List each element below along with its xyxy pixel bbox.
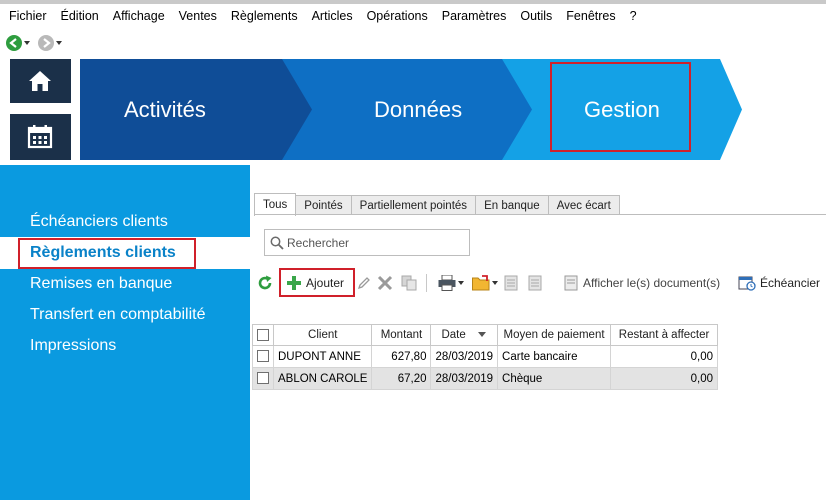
chevron-down-icon — [492, 281, 498, 285]
cell-client: DUPONT ANNE — [272, 345, 373, 368]
tab-divider — [254, 214, 826, 215]
header-client[interactable]: Client — [272, 324, 373, 346]
document-button-2[interactable] — [528, 268, 544, 298]
banner-donnees[interactable]: Données — [374, 59, 462, 160]
header-montant[interactable]: Montant — [371, 324, 432, 346]
toolbar-separator — [426, 274, 427, 292]
tab-partiellement-pointes[interactable]: Partiellement pointés — [351, 195, 477, 215]
home-tile-button[interactable] — [10, 59, 71, 103]
chevron-down-icon — [24, 41, 30, 45]
reglements-highlight-box — [18, 238, 196, 269]
echeancier-button[interactable]: Échéancier — [738, 268, 826, 298]
chevron-down-icon — [458, 281, 464, 285]
tab-pointes[interactable]: Pointés — [296, 195, 352, 215]
left-item-transfert[interactable]: Transfert en comptabilité — [30, 305, 205, 325]
table-row[interactable]: DUPONT ANNE 627,80 28/03/2019 Carte banc… — [252, 345, 719, 368]
delete-button[interactable] — [377, 268, 393, 298]
gestion-highlight-box — [550, 62, 691, 152]
document-icon — [528, 275, 542, 291]
calendar-tile-button[interactable] — [10, 114, 71, 160]
header-moyen[interactable]: Moyen de paiement — [497, 324, 612, 346]
filter-tabs: Tous Pointés Partiellement pointés En ba… — [254, 193, 620, 216]
back-button[interactable] — [4, 34, 30, 52]
echeancier-label: Échéancier — [760, 276, 821, 290]
ajouter-highlight-box — [279, 268, 355, 297]
print-button[interactable] — [438, 268, 464, 298]
menu-bar: Fichier Édition Affichage Ventes Règleme… — [0, 4, 826, 28]
pencil-icon — [357, 277, 370, 290]
menu-help[interactable]: ? — [623, 4, 644, 28]
left-item-echeanciers[interactable]: Échéanciers clients — [30, 212, 168, 232]
chevron-down-icon — [56, 41, 62, 45]
copy-icon — [401, 275, 417, 291]
table-header-row: Client Montant Date Moyen de paiement Re… — [252, 324, 719, 346]
edit-button[interactable] — [357, 268, 371, 298]
header-date[interactable]: Date — [430, 324, 499, 346]
forward-button[interactable] — [36, 34, 62, 52]
forward-arrow-icon — [38, 35, 54, 51]
cell-moyen: Chèque — [497, 367, 612, 390]
module-banner: Activités Données Gestion — [80, 59, 742, 160]
left-panel: Échéanciers clients Règlements clients R… — [0, 165, 250, 500]
back-arrow-icon — [6, 35, 22, 51]
row-checkbox-cell[interactable] — [252, 345, 274, 368]
menu-fenetres[interactable]: Fenêtres — [559, 4, 622, 28]
document-view-icon — [564, 275, 578, 291]
navigation-row — [0, 30, 120, 56]
menu-articles[interactable]: Articles — [305, 4, 360, 28]
cell-montant: 67,20 — [371, 367, 432, 390]
tab-en-banque[interactable]: En banque — [476, 195, 549, 215]
header-select-all[interactable] — [252, 324, 274, 346]
row-checkbox[interactable] — [257, 350, 269, 363]
refresh-icon — [258, 275, 272, 290]
home-icon — [29, 71, 51, 91]
row-checkbox[interactable] — [257, 372, 269, 385]
refresh-button[interactable] — [257, 268, 275, 298]
sort-down-icon — [477, 332, 486, 338]
menu-fichier[interactable]: Fichier — [2, 4, 54, 28]
folder-export-icon — [472, 275, 490, 291]
show-documents-button[interactable]: Afficher le(s) document(s) — [564, 268, 724, 298]
close-icon — [377, 275, 393, 291]
menu-parametres[interactable]: Paramètres — [435, 4, 514, 28]
menu-outils[interactable]: Outils — [513, 4, 559, 28]
menu-edition[interactable]: Édition — [54, 4, 106, 28]
tab-avec-ecart[interactable]: Avec écart — [548, 195, 620, 215]
cell-restant: 0,00 — [610, 345, 719, 368]
cell-moyen: Carte bancaire — [497, 345, 612, 368]
search-input[interactable] — [287, 233, 465, 252]
header-restant[interactable]: Restant à affecter — [610, 324, 719, 346]
cell-restant: 0,00 — [610, 367, 719, 390]
menu-reglements[interactable]: Règlements — [224, 4, 305, 28]
select-all-checkbox[interactable] — [257, 328, 269, 341]
search-icon — [270, 236, 284, 250]
tab-tous[interactable]: Tous — [254, 193, 297, 216]
schedule-icon — [738, 276, 756, 291]
copy-button[interactable] — [401, 268, 417, 298]
app-window: Fichier Édition Affichage Ventes Règleme… — [0, 0, 826, 500]
document-button-1[interactable] — [504, 268, 520, 298]
menu-ventes[interactable]: Ventes — [172, 4, 224, 28]
show-documents-label: Afficher le(s) document(s) — [583, 276, 721, 290]
cell-date: 28/03/2019 — [430, 367, 499, 390]
banner-activites[interactable]: Activités — [124, 59, 206, 160]
menu-operations[interactable]: Opérations — [360, 4, 435, 28]
menu-affichage[interactable]: Affichage — [106, 4, 172, 28]
printer-icon — [438, 274, 456, 291]
cell-date: 28/03/2019 — [430, 345, 499, 368]
left-item-remises[interactable]: Remises en banque — [30, 274, 172, 294]
search-box[interactable] — [264, 229, 470, 256]
left-item-impressions[interactable]: Impressions — [30, 336, 116, 356]
cell-client: ABLON CAROLE — [272, 367, 373, 390]
header-date-label: Date — [441, 329, 466, 341]
payments-table: Client Montant Date Moyen de paiement Re… — [252, 324, 719, 390]
export-button[interactable] — [472, 268, 498, 298]
calendar-icon — [27, 125, 53, 149]
row-checkbox-cell[interactable] — [252, 367, 274, 390]
toolbar: Ajouter Afficher le(s) document(s) Échéa… — [254, 268, 826, 298]
table-row[interactable]: ABLON CAROLE 67,20 28/03/2019 Chèque 0,0… — [252, 367, 719, 390]
document-icon — [504, 275, 518, 291]
cell-montant: 627,80 — [371, 345, 432, 368]
